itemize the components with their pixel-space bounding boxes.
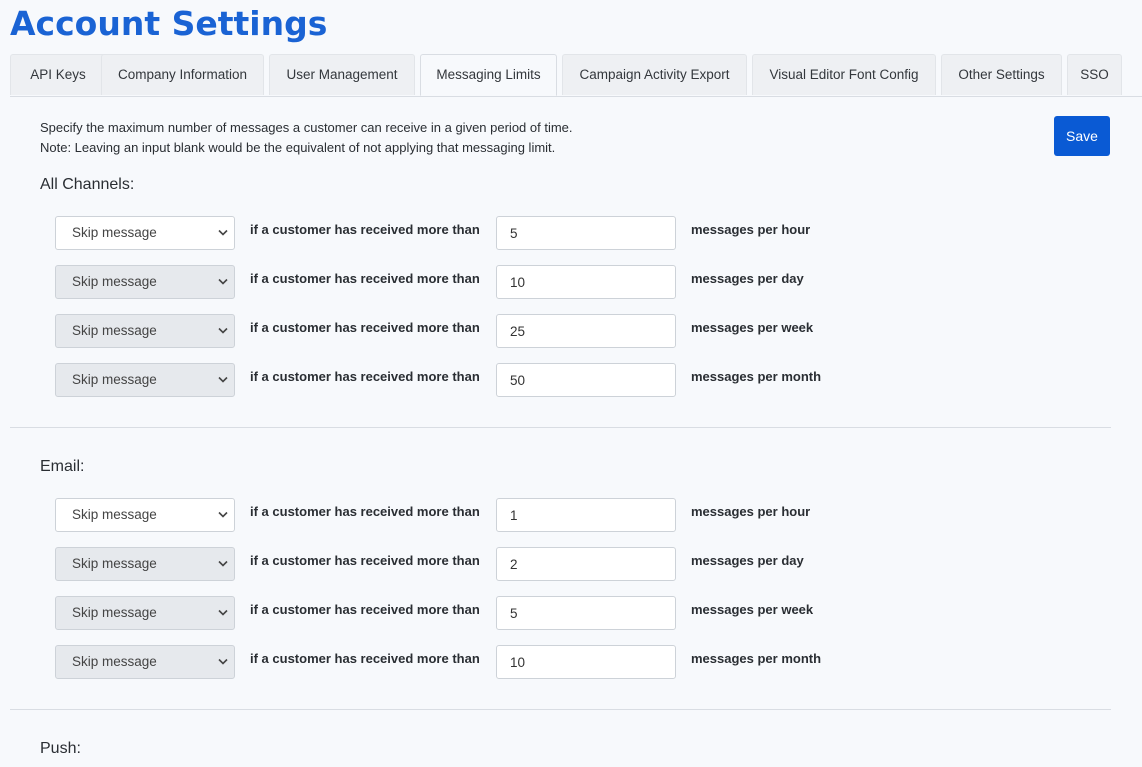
section-title: Push: xyxy=(40,740,81,757)
section-divider xyxy=(10,709,1111,710)
limit-row: Skip message if a customer has received m… xyxy=(55,498,955,532)
section-title: All Channels: xyxy=(40,176,135,193)
chevron-down-icon xyxy=(218,376,228,383)
tab-visual-editor-font-config[interactable]: Visual Editor Font Config xyxy=(752,54,936,95)
tab-sso[interactable]: SSO xyxy=(1067,54,1122,95)
condition-label: if a customer has received more than xyxy=(250,602,480,617)
action-select[interactable]: Skip message xyxy=(55,645,235,679)
action-select[interactable]: Skip message xyxy=(55,363,235,397)
tab-api-keys[interactable]: API Keys xyxy=(10,54,106,95)
limit-input[interactable] xyxy=(496,314,676,348)
tab-bar: API Keys Company Information User Manage… xyxy=(10,54,1142,97)
period-label: messages per day xyxy=(691,271,804,286)
tab-campaign-activity-export[interactable]: Campaign Activity Export xyxy=(562,54,747,95)
period-label: messages per month xyxy=(691,369,822,384)
condition-label: if a customer has received more than xyxy=(250,553,480,568)
section-divider xyxy=(10,427,1111,428)
tab-messaging-limits[interactable]: Messaging Limits xyxy=(420,54,557,96)
limit-row: Skip message if a customer has received m… xyxy=(55,645,955,679)
action-select-value: Skip message xyxy=(72,654,157,669)
limit-row: Skip message if a customer has received m… xyxy=(55,363,955,397)
action-select-value: Skip message xyxy=(72,225,157,240)
condition-label: if a customer has received more than xyxy=(250,222,480,237)
action-select-value: Skip message xyxy=(72,507,157,522)
limit-input[interactable] xyxy=(496,216,676,250)
limit-row: Skip message if a customer has received m… xyxy=(55,547,955,581)
chevron-down-icon xyxy=(218,658,228,665)
action-select-value: Skip message xyxy=(72,323,157,338)
limit-input[interactable] xyxy=(496,363,676,397)
tab-company-information[interactable]: Company Information xyxy=(101,54,264,95)
limit-input[interactable] xyxy=(496,498,676,532)
chevron-down-icon xyxy=(218,511,228,518)
tab-user-management[interactable]: User Management xyxy=(269,54,415,95)
chevron-down-icon xyxy=(218,609,228,616)
limit-input[interactable] xyxy=(496,547,676,581)
period-label: messages per day xyxy=(691,553,804,568)
condition-label: if a customer has received more than xyxy=(250,369,480,384)
action-select-value: Skip message xyxy=(72,372,157,387)
intro-line-2: Note: Leaving an input blank would be th… xyxy=(40,140,556,155)
action-select[interactable]: Skip message xyxy=(55,596,235,630)
chevron-down-icon xyxy=(218,229,228,236)
action-select-value: Skip message xyxy=(72,556,157,571)
condition-label: if a customer has received more than xyxy=(250,320,480,335)
limit-input[interactable] xyxy=(496,265,676,299)
intro-text: Specify the maximum number of messages a… xyxy=(40,118,573,158)
period-label: messages per month xyxy=(691,651,822,666)
condition-label: if a customer has received more than xyxy=(250,271,480,286)
action-select[interactable]: Skip message xyxy=(55,314,235,348)
section-title: Email: xyxy=(40,458,85,475)
period-label: messages per hour xyxy=(691,222,811,237)
limit-row: Skip message if a customer has received m… xyxy=(55,216,955,250)
chevron-down-icon xyxy=(218,327,228,334)
tab-other-settings[interactable]: Other Settings xyxy=(941,54,1062,95)
page-title: Account Settings xyxy=(10,4,328,43)
limit-row: Skip message if a customer has received m… xyxy=(55,314,955,348)
action-select-value: Skip message xyxy=(72,274,157,289)
save-button[interactable]: Save xyxy=(1054,116,1110,156)
action-select[interactable]: Skip message xyxy=(55,547,235,581)
limit-input[interactable] xyxy=(496,596,676,630)
chevron-down-icon xyxy=(218,560,228,567)
period-label: messages per hour xyxy=(691,504,811,519)
intro-line-1: Specify the maximum number of messages a… xyxy=(40,120,573,135)
period-label: messages per week xyxy=(691,602,814,617)
limit-row: Skip message if a customer has received m… xyxy=(55,265,955,299)
limit-row: Skip message if a customer has received m… xyxy=(55,596,955,630)
action-select[interactable]: Skip message xyxy=(55,216,235,250)
condition-label: if a customer has received more than xyxy=(250,504,480,519)
limit-input[interactable] xyxy=(496,645,676,679)
action-select[interactable]: Skip message xyxy=(55,265,235,299)
period-label: messages per week xyxy=(691,320,814,335)
condition-label: if a customer has received more than xyxy=(250,651,480,666)
chevron-down-icon xyxy=(218,278,228,285)
action-select-value: Skip message xyxy=(72,605,157,620)
action-select[interactable]: Skip message xyxy=(55,498,235,532)
